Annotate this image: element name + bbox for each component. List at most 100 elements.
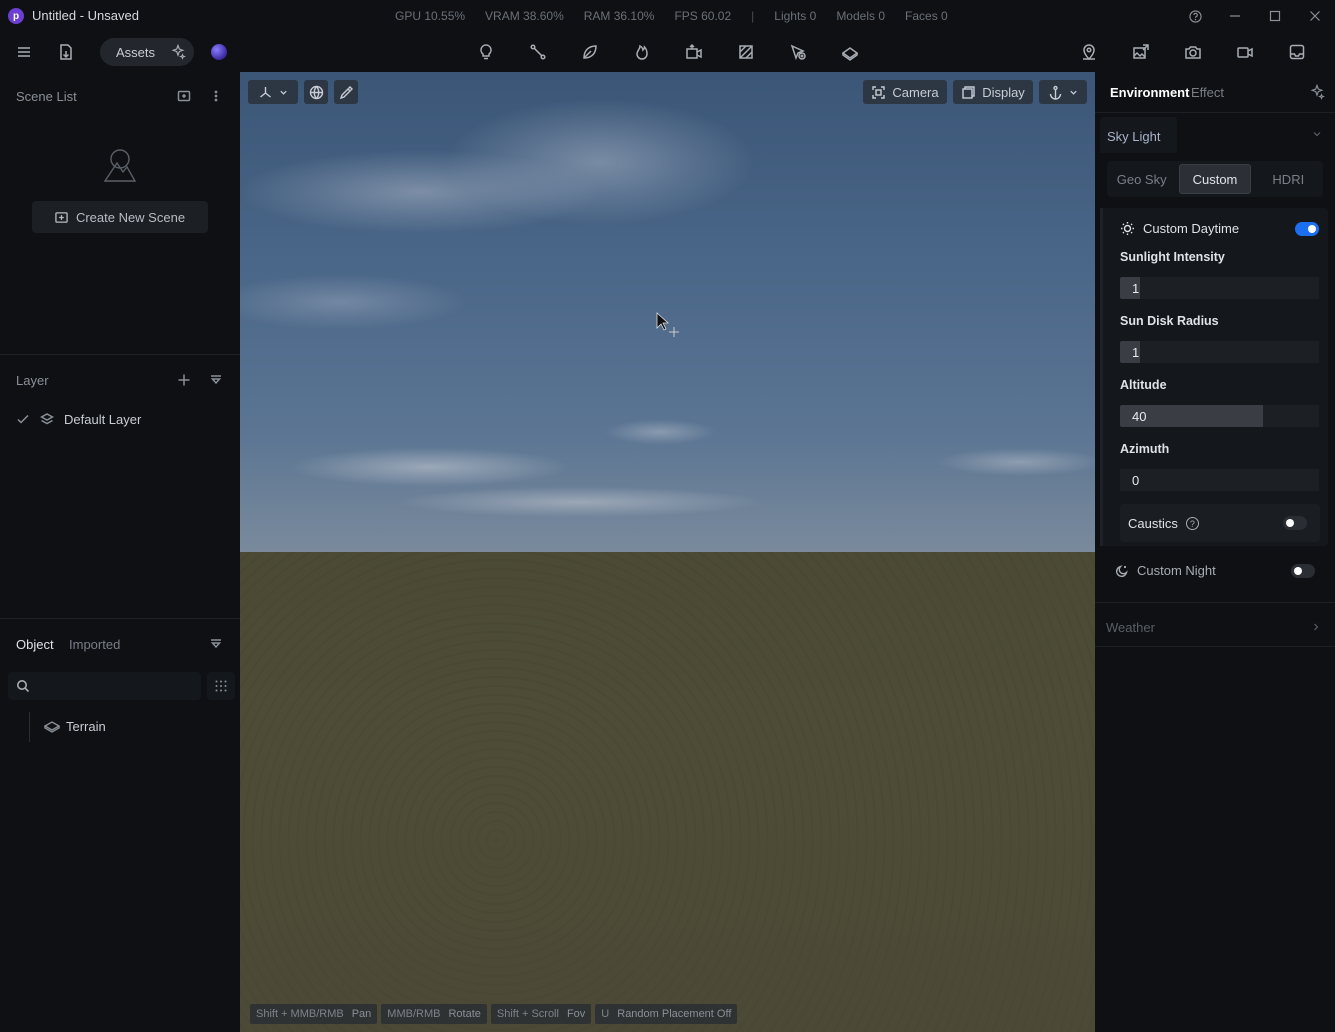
sky-mode-hdri[interactable]: HDRI bbox=[1254, 161, 1323, 197]
camera-button[interactable]: Camera bbox=[863, 80, 947, 104]
camera-frame-icon bbox=[872, 85, 886, 99]
scene-list-title: Scene List bbox=[16, 89, 77, 104]
check-icon[interactable] bbox=[16, 412, 30, 426]
custom-night-label: Custom Night bbox=[1137, 563, 1216, 578]
transform-gizmo-button[interactable] bbox=[248, 80, 298, 104]
search-input[interactable] bbox=[38, 679, 188, 693]
stat-models: Models 0 bbox=[836, 9, 886, 23]
azimuth-value: 0 bbox=[1132, 473, 1140, 488]
tab-object[interactable]: Object bbox=[16, 637, 54, 652]
custom-daytime-toggle[interactable] bbox=[1295, 222, 1319, 236]
chevron-right-icon[interactable] bbox=[1311, 622, 1321, 635]
azimuth-label: Azimuth bbox=[1120, 442, 1170, 456]
anchor-menu-button[interactable] bbox=[1039, 80, 1087, 104]
help-icon[interactable] bbox=[1185, 6, 1205, 26]
custom-daytime-title: Custom Daytime bbox=[1120, 221, 1239, 236]
create-new-scene-button[interactable]: Create New Scene bbox=[32, 201, 208, 233]
caustics-toggle[interactable] bbox=[1283, 516, 1307, 530]
hint-key: Shift + MMB/RMB bbox=[256, 1008, 344, 1020]
minimize-icon[interactable] bbox=[1225, 6, 1245, 26]
caustics-title: Caustics ? bbox=[1128, 516, 1199, 531]
layer-filter-icon[interactable] bbox=[207, 371, 225, 389]
shortcut-hints: Shift + MMB/RMB Pan MMB/RMB Rotate Shift… bbox=[250, 1004, 738, 1024]
globe-icon bbox=[309, 85, 323, 99]
window-title: Untitled - Unsaved bbox=[32, 8, 139, 23]
sun-disk-radius-label: Sun Disk Radius bbox=[1120, 314, 1219, 328]
location-pin-icon[interactable] bbox=[1077, 40, 1101, 64]
axes-icon bbox=[260, 86, 271, 98]
sky-mode-selector: Geo Sky Custom HDRI bbox=[1107, 161, 1323, 197]
caustics-row: Caustics ? bbox=[1120, 504, 1320, 542]
ai-sparkle-icon[interactable] bbox=[168, 42, 188, 62]
hint-action: Rotate bbox=[448, 1008, 481, 1020]
sun-disk-radius-slider[interactable]: 1 bbox=[1120, 341, 1319, 363]
add-scene-icon[interactable] bbox=[175, 87, 193, 105]
custom-night-toggle[interactable] bbox=[1291, 564, 1315, 578]
object-name: Terrain bbox=[66, 718, 106, 734]
tab-environment[interactable]: Environment bbox=[1110, 85, 1189, 100]
terrain-icon bbox=[44, 721, 60, 733]
object-filter-icon[interactable] bbox=[207, 635, 225, 653]
display-button[interactable]: Display bbox=[953, 80, 1033, 104]
stat-faces: Faces 0 bbox=[905, 9, 948, 23]
camera-capture-icon[interactable] bbox=[1181, 40, 1205, 64]
main-toolbar: Assets bbox=[0, 32, 1335, 72]
sky-mode-geo-sky[interactable]: Geo Sky bbox=[1107, 161, 1176, 197]
azimuth-slider[interactable]: 0 bbox=[1120, 469, 1319, 491]
tab-imported[interactable]: Imported bbox=[69, 637, 120, 652]
ground-terrain bbox=[240, 552, 1095, 1032]
menu-icon[interactable] bbox=[12, 40, 36, 64]
left-panel: Scene List Create New Scene Layer Defaul… bbox=[0, 72, 240, 1032]
hint-random-placement: U Random Placement Off bbox=[595, 1004, 738, 1024]
sky-light-title: Sky Light bbox=[1100, 117, 1177, 153]
empty-scene-illustration-icon bbox=[102, 147, 138, 183]
stat-fps: FPS 60.02 bbox=[674, 9, 732, 23]
sunlight-intensity-value: 1 bbox=[1132, 281, 1140, 296]
anchor-icon bbox=[1049, 85, 1062, 100]
stat-vram: VRAM 38.60% bbox=[485, 9, 564, 23]
sky-light-section-header[interactable]: Sky Light bbox=[1100, 117, 1330, 153]
more-options-icon[interactable] bbox=[207, 87, 225, 105]
app-logo-icon: p bbox=[8, 8, 24, 24]
performance-stats: GPU 10.55% VRAM 38.60% RAM 36.10% FPS 60… bbox=[395, 9, 948, 23]
video-record-icon[interactable] bbox=[1233, 40, 1257, 64]
file-import-icon[interactable] bbox=[54, 40, 78, 64]
inbox-tray-icon[interactable] bbox=[1285, 40, 1309, 64]
altitude-slider[interactable]: 40 bbox=[1120, 405, 1319, 427]
terrain-tool-icon[interactable] bbox=[838, 40, 862, 64]
close-icon[interactable] bbox=[1305, 6, 1325, 26]
ai-sparkle-icon[interactable] bbox=[1307, 82, 1327, 102]
animation-camera-icon[interactable] bbox=[682, 40, 706, 64]
stat-gpu: GPU 10.55% bbox=[395, 9, 466, 23]
display-label: Display bbox=[982, 84, 1025, 100]
layers-icon bbox=[40, 413, 54, 425]
maximize-icon[interactable] bbox=[1265, 6, 1285, 26]
object-item-terrain[interactable]: Terrain bbox=[44, 716, 106, 736]
export-image-icon[interactable] bbox=[1129, 40, 1153, 64]
3d-viewport[interactable]: Camera Display Shift + MMB/RMB Pan MMB/R… bbox=[240, 72, 1095, 1032]
material-icon[interactable] bbox=[734, 40, 758, 64]
leaf-plant-icon[interactable] bbox=[578, 40, 602, 64]
layer-name: Default Layer bbox=[64, 411, 142, 427]
select-add-icon[interactable] bbox=[786, 40, 810, 64]
eyedropper-button[interactable] bbox=[334, 80, 358, 104]
tab-effect[interactable]: Effect bbox=[1191, 85, 1224, 100]
weather-section-header[interactable]: Weather bbox=[1106, 620, 1155, 635]
grid-view-icon[interactable] bbox=[207, 672, 235, 700]
add-layer-icon[interactable] bbox=[175, 371, 193, 389]
layer-item[interactable]: Default Layer bbox=[16, 409, 141, 429]
sunlight-intensity-slider[interactable]: 1 bbox=[1120, 277, 1319, 299]
fire-effect-icon[interactable] bbox=[630, 40, 654, 64]
assets-button[interactable]: Assets bbox=[100, 38, 194, 66]
chevron-down-icon bbox=[280, 90, 287, 95]
light-bulb-icon[interactable] bbox=[474, 40, 498, 64]
eyedropper-icon bbox=[339, 85, 353, 99]
path-tool-icon[interactable] bbox=[526, 40, 550, 64]
render-orb-icon[interactable] bbox=[211, 44, 227, 60]
globe-button[interactable] bbox=[304, 80, 328, 104]
help-icon[interactable]: ? bbox=[1185, 517, 1199, 530]
tree-guide-line bbox=[29, 712, 30, 742]
title-bar: p Untitled - Unsaved GPU 10.55% VRAM 38.… bbox=[0, 0, 1335, 32]
sky-mode-custom[interactable]: Custom bbox=[1179, 164, 1251, 194]
divider bbox=[0, 618, 240, 619]
